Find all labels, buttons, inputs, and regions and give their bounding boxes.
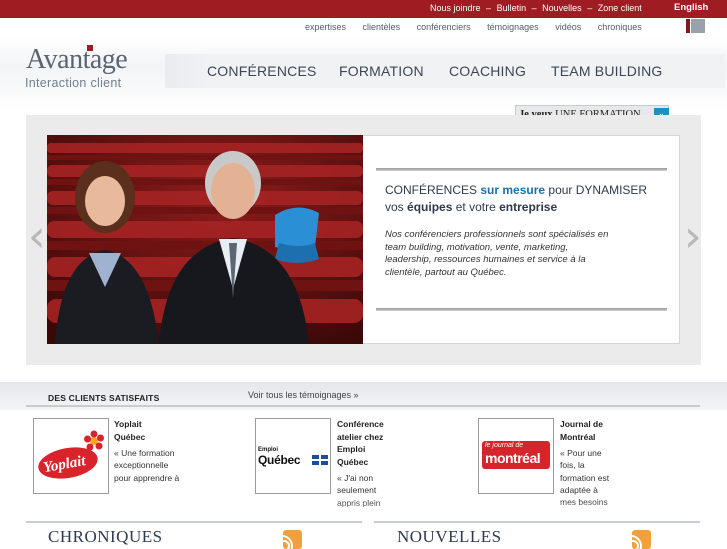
- speakers-illustration: [47, 135, 363, 344]
- sublink-chroniques[interactable]: chroniques: [598, 22, 642, 32]
- carousel-prev-icon[interactable]: ‹: [28, 215, 46, 259]
- top-link-bulletin[interactable]: Bulletin: [497, 3, 527, 13]
- journal-logo-top: le journal de: [485, 442, 524, 449]
- hero-rule-bottom: [376, 308, 667, 311]
- client-name[interactable]: Conférence atelier chez Emploi Québec: [337, 418, 397, 468]
- logo-tagline: Interaction client: [25, 76, 122, 90]
- nouvelles-divider: [374, 521, 700, 523]
- sublink-temoignages[interactable]: témoignages: [487, 22, 539, 32]
- hero-heading-part: vos: [385, 200, 404, 214]
- top-link-separator: –: [587, 3, 593, 13]
- hero-photo: [47, 135, 363, 344]
- client-logo-journal-montreal[interactable]: le journal de montréal: [478, 418, 554, 494]
- secondary-nav: expertises clientèles conférenciers témo…: [305, 22, 656, 32]
- all-testimonials-link[interactable]: Voir tous les témoignages »: [248, 390, 359, 400]
- top-links: Nous joindre – Bulletin – Nouvelles – Zo…: [430, 3, 642, 13]
- decor-square-red: [686, 19, 690, 33]
- client-logo-yoplait[interactable]: Yoplait: [33, 418, 109, 494]
- hero-heading-emphasis: sur mesure: [480, 183, 546, 197]
- sublink-expertises[interactable]: expertises: [305, 22, 346, 32]
- hero-heading-part: CONFÉRENCES: [385, 183, 478, 197]
- top-link-client-zone[interactable]: Zone client: [598, 3, 642, 13]
- hero-rule-top: [376, 168, 667, 171]
- hero-heading-emphasis: équipes: [407, 200, 453, 214]
- journal-logo-text: montréal: [485, 450, 541, 466]
- logo-wordmark[interactable]: Avantage: [26, 44, 128, 76]
- hero-heading: CONFÉRENCES sur mesure pour DYNAMISER vo…: [385, 182, 675, 216]
- nav-conferences[interactable]: CONFÉRENCES: [207, 63, 317, 79]
- clients-section-title: DES CLIENTS SATISFAITS: [48, 393, 160, 403]
- emploi-logo-text: Québec: [258, 453, 301, 467]
- quebec-flag-icon: [312, 455, 328, 465]
- nouvelles-title[interactable]: NOUVELLES: [397, 527, 502, 547]
- hero-heading-part: pour DYNAMISER: [548, 183, 648, 197]
- nav-coaching[interactable]: COACHING: [449, 63, 526, 79]
- hero-heading-part: et votre: [455, 200, 496, 214]
- top-link-contact[interactable]: Nous joindre: [430, 3, 481, 13]
- clients-divider: [26, 405, 700, 407]
- sublink-videos[interactable]: vidéos: [555, 22, 581, 32]
- client-logo-emploi-quebec[interactable]: Emploi Québec: [255, 418, 331, 494]
- carousel-next-icon[interactable]: ›: [684, 215, 702, 259]
- client-quote: « Une formation exceptionnelle pour appr…: [114, 448, 180, 483]
- sublink-clienteles[interactable]: clientèles: [363, 22, 401, 32]
- top-link-news[interactable]: Nouvelles: [542, 3, 582, 13]
- language-switch[interactable]: English: [674, 2, 708, 13]
- decor-square-grey: [691, 19, 705, 33]
- rss-icon[interactable]: [283, 530, 302, 549]
- client-name[interactable]: Yoplait Québec: [114, 418, 174, 443]
- nav-formation[interactable]: FORMATION: [339, 63, 424, 79]
- sublink-conferenciers[interactable]: conférenciers: [417, 22, 471, 32]
- client-name[interactable]: Journal de Montréal: [560, 418, 616, 443]
- top-link-separator: –: [531, 3, 537, 13]
- clients-fade: [0, 500, 727, 522]
- top-link-separator: –: [486, 3, 492, 13]
- chroniques-title[interactable]: CHRONIQUES: [48, 527, 163, 547]
- rss-icon[interactable]: [632, 530, 651, 549]
- hero-description: Nos conférenciers professionnels sont sp…: [385, 229, 609, 279]
- hero-heading-emphasis: entreprise: [499, 200, 558, 214]
- nav-team-building[interactable]: TEAM BUILDING: [551, 63, 663, 79]
- logo-mark: [87, 45, 93, 51]
- client-quote: « Pour une fois, la formation est adapté…: [560, 448, 610, 507]
- chroniques-divider: [26, 521, 362, 523]
- yoplait-logo: Yoplait: [38, 430, 104, 479]
